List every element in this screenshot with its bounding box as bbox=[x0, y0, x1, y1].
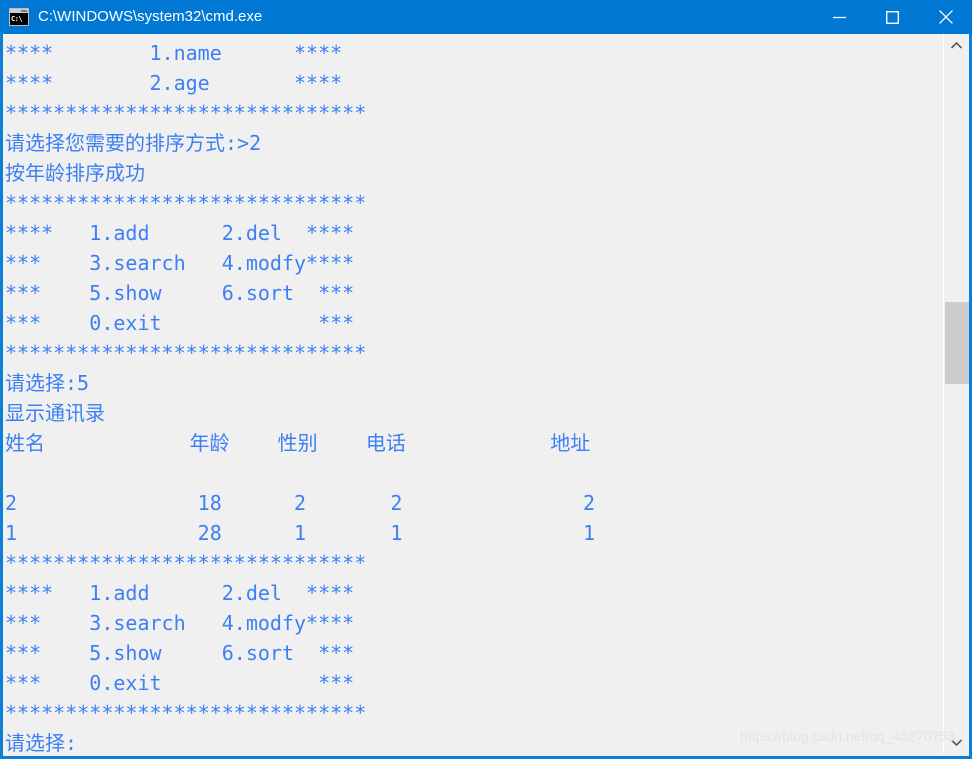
console-line: ****************************** bbox=[5, 551, 367, 575]
console-line: *** 5.show 6.sort *** bbox=[5, 281, 355, 305]
console-line: ****************************** bbox=[5, 101, 367, 125]
chevron-up-icon bbox=[950, 41, 963, 49]
console-body[interactable]: **** 1.name **** **** 2.age **** *******… bbox=[0, 34, 972, 759]
watermark: https://blog.csdn.net/qq_45270753 bbox=[740, 728, 955, 744]
console-line: ****************************** bbox=[5, 341, 367, 365]
console-line: **** 2.age **** bbox=[5, 71, 343, 95]
console-line-table-row: 1 28 1 1 1 bbox=[5, 521, 596, 545]
vertical-scrollbar[interactable] bbox=[943, 34, 969, 753]
maximize-icon bbox=[886, 10, 899, 24]
console-line-table-header: 姓名 年龄 性别 电话 地址 bbox=[5, 431, 591, 455]
console-line: *** 3.search 4.modfy**** bbox=[5, 251, 355, 275]
minimize-icon bbox=[833, 16, 846, 18]
scrollbar-thumb[interactable] bbox=[945, 302, 969, 384]
maximize-button[interactable] bbox=[866, 0, 919, 34]
console-line: 按年龄排序成功 bbox=[5, 161, 145, 185]
cmd-icon: C:\ bbox=[9, 8, 29, 26]
console-line: *** 5.show 6.sort *** bbox=[5, 641, 355, 665]
console-line-table-row: 2 18 2 2 2 bbox=[5, 491, 596, 515]
console-line: 请选择您需要的排序方式:>2 bbox=[5, 131, 262, 155]
console-output: **** 1.name **** **** 2.age **** *******… bbox=[3, 34, 943, 753]
console-line: *** 0.exit *** bbox=[5, 671, 355, 695]
cmd-window: C:\ C:\WINDOWS\system32\cmd.exe **** 1.n… bbox=[0, 0, 972, 759]
scroll-up-button[interactable] bbox=[944, 34, 969, 56]
console-line: *** 3.search 4.modfy**** bbox=[5, 611, 355, 635]
close-icon bbox=[938, 10, 953, 24]
title-bar[interactable]: C:\ C:\WINDOWS\system32\cmd.exe bbox=[0, 0, 972, 34]
console-line: ****************************** bbox=[5, 191, 367, 215]
console-line: ****************************** bbox=[5, 701, 367, 725]
console-line: *** 0.exit *** bbox=[5, 311, 355, 335]
console-line: 请选择:5 bbox=[5, 371, 90, 395]
console-line: 显示通讯录 bbox=[5, 401, 105, 425]
close-button[interactable] bbox=[919, 0, 972, 34]
window-title: C:\WINDOWS\system32\cmd.exe bbox=[38, 8, 263, 25]
console-line: **** 1.name **** bbox=[5, 41, 343, 65]
minimize-button[interactable] bbox=[813, 0, 866, 34]
cmd-icon-screen: C:\ bbox=[10, 13, 28, 25]
window-controls bbox=[813, 0, 972, 34]
console-line: **** 1.add 2.del **** bbox=[5, 581, 355, 605]
console-line: **** 1.add 2.del **** bbox=[5, 221, 355, 245]
